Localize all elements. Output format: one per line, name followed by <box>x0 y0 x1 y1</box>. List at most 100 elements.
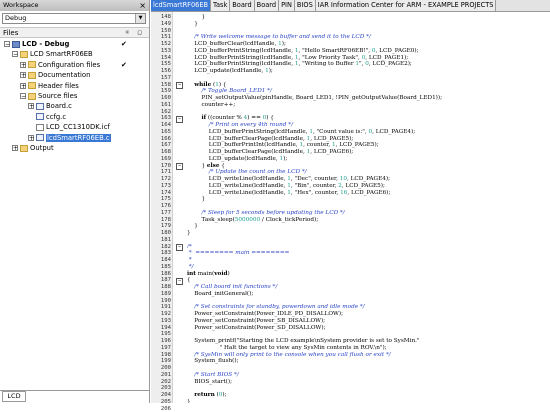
tree-item[interactable]: +Board.c <box>28 102 72 111</box>
collapse-icon[interactable]: − <box>20 93 26 99</box>
folder-icon <box>28 61 36 68</box>
line-number: 166 <box>151 136 171 143</box>
code-line: } else { <box>187 163 225 170</box>
tree-item[interactable]: ccfg.c <box>28 113 66 122</box>
tree-item[interactable]: LCD_CC1310DK.icf <box>28 123 110 132</box>
code-line: LCD_writeLine(lcdHandle, 1, "Hex", count… <box>187 190 390 197</box>
tree-item[interactable]: + Documentation <box>20 71 90 80</box>
line-number: 173 <box>151 183 171 190</box>
line-number: 183 <box>151 250 171 257</box>
line-number: 199 <box>151 358 171 365</box>
expand-icon[interactable]: + <box>28 135 34 141</box>
folder-icon <box>28 82 36 89</box>
line-number: 149 <box>151 21 171 28</box>
line-number: 167 <box>151 142 171 149</box>
c-file-icon <box>36 113 44 120</box>
code-line: /* Set constraints for standby, powerdow… <box>187 304 365 311</box>
line-number: 162 <box>151 109 171 116</box>
tree-item-label: LCD SmartRF06EB <box>30 50 93 58</box>
tree-item[interactable]: +Header files <box>20 82 79 91</box>
code-line: int main(void) <box>187 271 230 278</box>
tree-item[interactable]: + Output <box>12 144 54 153</box>
line-number: 151 <box>151 34 171 41</box>
expand-icon[interactable]: + <box>12 145 18 151</box>
line-number: 178 <box>151 217 171 224</box>
line-number: 179 <box>151 223 171 230</box>
code-line: /* <box>187 244 192 251</box>
code-line: LCD_bufferClear(lcdHandle, 1); <box>187 41 286 48</box>
code-line: } <box>187 223 198 230</box>
tree-item-label: Documentation <box>38 71 90 79</box>
fold-toggle-icon[interactable]: − <box>176 278 183 285</box>
line-number: 157 <box>151 75 171 82</box>
line-number: 201 <box>151 372 171 379</box>
code-line: Task_sleep(5000000 / Clock_tickPeriod); <box>187 217 318 224</box>
code-line: PIN_setOutputValue(pinHandle, Board_LED1… <box>187 95 442 102</box>
code-line: LCD_writeLine(lcdHandle, 1, "Bin", count… <box>187 183 385 190</box>
code-line: LCD_update(lcdHandle, 1); <box>187 68 273 75</box>
tree-item-label: Output <box>30 144 54 152</box>
code-line: } <box>187 21 198 28</box>
code-line: BIOS_start(); <box>187 379 232 386</box>
fold-toggle-icon[interactable]: − <box>176 244 183 251</box>
line-number: 148 <box>151 14 171 21</box>
chevron-down-icon[interactable]: ▼ <box>135 14 145 23</box>
workspace-tab-lcd[interactable]: LCD <box>2 391 26 402</box>
tree-item-label: lcdSmartRF06EB.c <box>46 134 111 142</box>
code-line: LCD_bufferPrintString(lcdHandle, 1, "Cou… <box>187 129 415 136</box>
expand-icon[interactable]: + <box>20 72 26 78</box>
editor-tab[interactable]: Board <box>255 0 279 11</box>
code-line: } <box>187 230 191 237</box>
code-line: /* Print on every 4th round */ <box>187 122 293 129</box>
expand-icon[interactable]: + <box>28 103 34 109</box>
fold-toggle-icon[interactable]: − <box>176 82 183 89</box>
line-number: 177 <box>151 210 171 217</box>
code-editor: lcdSmartRF06EBTaskBoardBoardPINBIOSIAR I… <box>151 0 550 403</box>
code-area[interactable]: } } /* Write welcome message to buffer a… <box>187 12 550 403</box>
fold-toggle-icon[interactable]: − <box>176 116 183 123</box>
collapse-icon[interactable]: − <box>4 41 10 47</box>
line-number: 161 <box>151 102 171 109</box>
line-number: 204 <box>151 392 171 399</box>
line-number: 180 <box>151 230 171 237</box>
editor-tab[interactable]: Task <box>211 0 230 11</box>
code-line: /* Start BIOS */ <box>187 372 239 379</box>
line-number: 175 <box>151 196 171 203</box>
code-line: counter++; <box>187 102 235 109</box>
code-line: */ <box>187 264 194 271</box>
code-line: { <box>187 277 191 284</box>
tree-item[interactable]: − LCD SmartRF06EB <box>12 50 93 59</box>
expand-icon[interactable]: + <box>20 83 26 89</box>
code-line: /* Sleep for 5 seconds before updating t… <box>187 210 345 217</box>
editor-tab[interactable]: Board <box>230 0 254 11</box>
editor-tab[interactable]: IAR Information Center for ARM - EXAMPLE… <box>316 0 497 11</box>
tree-item[interactable]: + lcdSmartRF06EB.c <box>28 134 111 143</box>
editor-tab[interactable]: lcdSmartRF06EB <box>151 0 211 11</box>
line-number: 153 <box>151 48 171 55</box>
code-line: /* Write welcome message to buffer and s… <box>187 34 371 41</box>
fold-column: − − − − − <box>173 12 187 403</box>
configuration-select[interactable]: Debug ▼ <box>2 13 146 24</box>
line-number: 168 <box>151 149 171 156</box>
close-icon[interactable]: × <box>139 0 146 11</box>
folder-icon <box>20 145 28 152</box>
code-line: LCD_bufferPrintInt(lcdHandle, 1, counter… <box>187 142 379 149</box>
line-number: 205 <box>151 399 171 406</box>
code-line: System_flush(); <box>187 358 239 365</box>
editor-tab[interactable]: PIN <box>279 0 295 11</box>
expand-icon[interactable]: + <box>20 62 26 68</box>
project-icon <box>12 41 20 48</box>
line-number: 163 <box>151 115 171 122</box>
tree-item[interactable]: +Configuration files <box>20 61 100 70</box>
code-line: LCD_bufferPrintString(lcdHandle, 1, "Wri… <box>187 61 412 68</box>
line-number-gutter: 1481491501511521531541551561571581591601… <box>151 12 173 403</box>
collapse-icon[interactable]: − <box>12 51 18 57</box>
line-number: 186 <box>151 271 171 278</box>
fold-toggle-icon[interactable]: − <box>176 163 183 170</box>
tree-item[interactable]: −Source files <box>20 92 77 101</box>
line-number: 196 <box>151 338 171 345</box>
tree-item[interactable]: −LCD - Debug <box>4 40 69 49</box>
file-icon <box>36 124 44 131</box>
editor-tab[interactable]: BIOS <box>295 0 316 11</box>
line-number: 200 <box>151 365 171 372</box>
